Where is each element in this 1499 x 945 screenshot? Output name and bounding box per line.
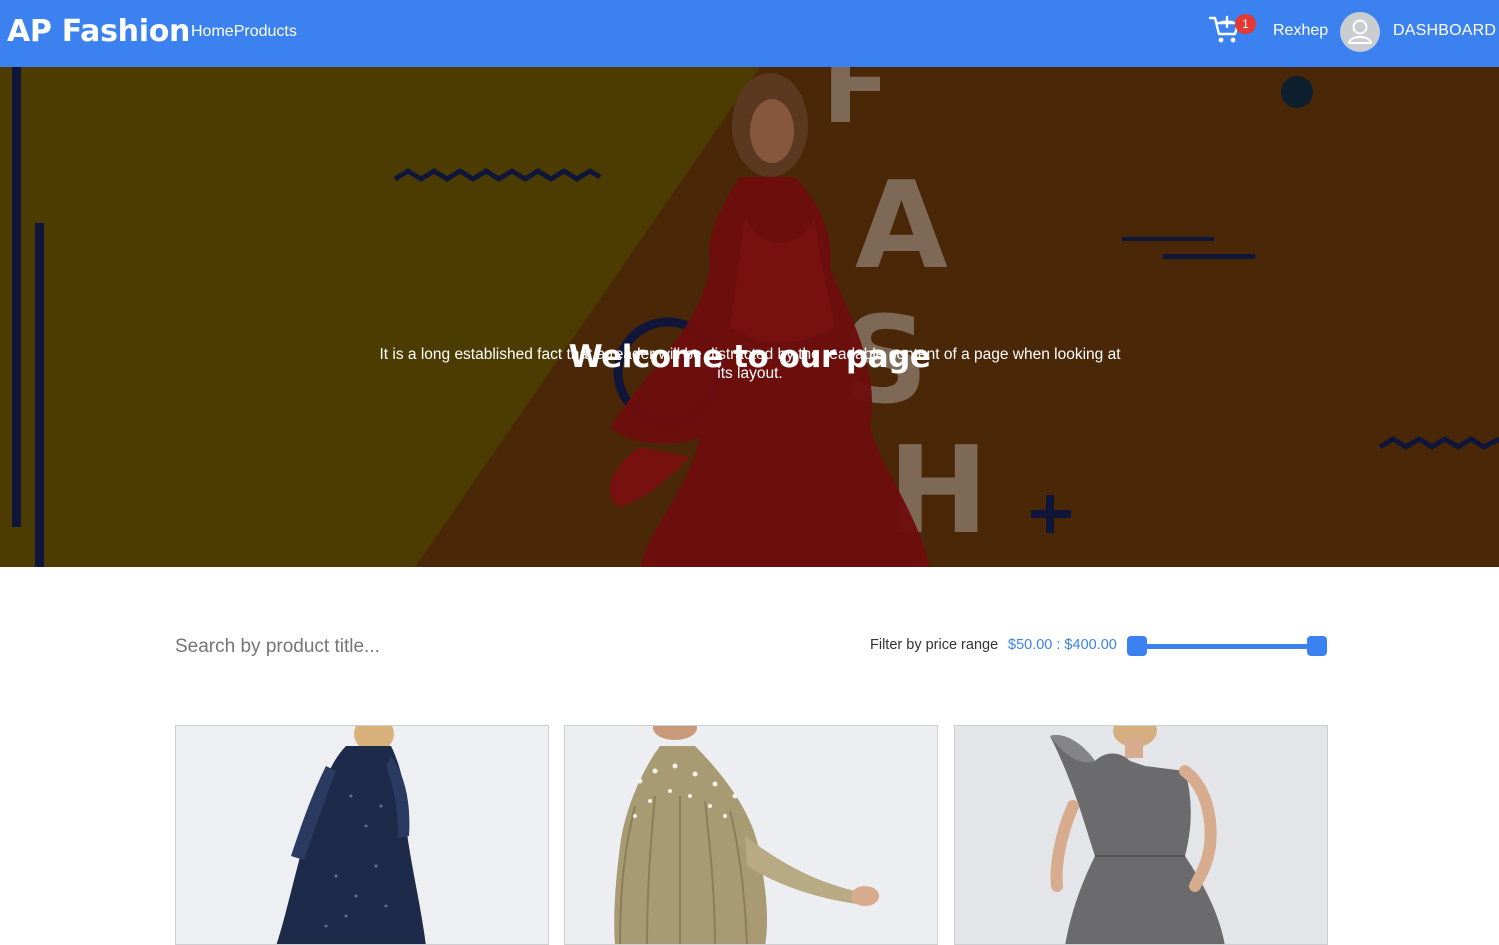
product-card[interactable] bbox=[954, 725, 1328, 945]
hero-background-image: F A S H bbox=[0, 67, 1499, 567]
price-filter-label: Filter by price range bbox=[870, 637, 999, 653]
user-avatar[interactable] bbox=[1340, 12, 1380, 52]
hero-description: It is a long established fact that a rea… bbox=[379, 346, 1121, 382]
top-navbar: AP Fashion Home Products 1 Rexhep DASHBOA… bbox=[0, 0, 1499, 67]
brand-logo[interactable]: AP Fashion bbox=[7, 14, 190, 49]
decor-letter-f: F bbox=[822, 67, 890, 146]
product-image-gold-gown bbox=[565, 726, 937, 944]
user-icon bbox=[1348, 19, 1372, 44]
hero-banner: F A S H Welcome to our page It is a long… bbox=[0, 67, 1499, 567]
product-card[interactable] bbox=[564, 725, 938, 945]
product-image-silver-dress bbox=[955, 726, 1327, 944]
price-range-value: $50.00 : $400.00 bbox=[1008, 637, 1117, 653]
nav-home-link[interactable]: Home bbox=[191, 23, 234, 41]
slider-max-handle[interactable] bbox=[1307, 636, 1327, 656]
slider-track bbox=[1135, 644, 1319, 649]
main-nav: Home Products bbox=[191, 23, 297, 41]
nav-products-link[interactable]: Products bbox=[234, 23, 297, 41]
dashboard-button[interactable]: DASHBOARD bbox=[1393, 22, 1496, 40]
decor-letter-a: A bbox=[855, 157, 948, 296]
user-name[interactable]: Rexhep bbox=[1273, 22, 1328, 40]
price-range-slider[interactable] bbox=[1127, 636, 1327, 656]
cart-count-badge: 1 bbox=[1235, 14, 1256, 34]
product-image-navy-dress bbox=[176, 726, 548, 944]
slider-min-handle[interactable] bbox=[1127, 636, 1147, 656]
product-search-input[interactable] bbox=[175, 633, 595, 661]
product-card[interactable] bbox=[175, 725, 549, 945]
